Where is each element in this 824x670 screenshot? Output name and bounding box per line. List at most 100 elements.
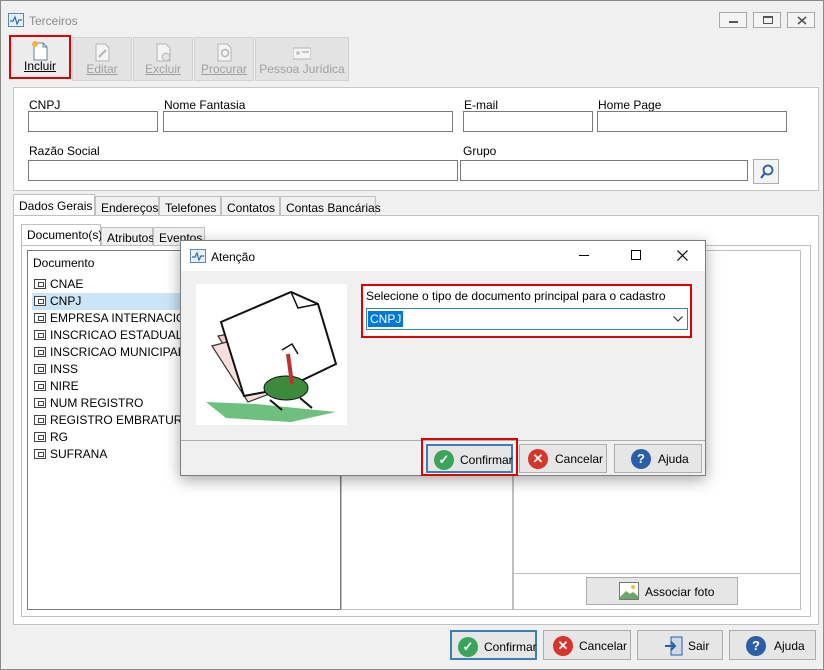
cancel-icon: ✕: [528, 449, 548, 469]
toolbar: Incluir Editar Excluir Procurar Pessoa J…: [6, 35, 818, 83]
exit-door-icon: [665, 636, 683, 656]
delete-document-icon: [156, 43, 171, 62]
check-icon: ✓: [434, 450, 454, 470]
documents-header: Documento: [33, 256, 95, 270]
list-item-label: INSCRICAO MUNICIPAL: [50, 345, 185, 359]
footer-cancelar-label: Cancelar: [579, 639, 628, 653]
razao-social-field[interactable]: [28, 160, 458, 181]
footer-ajuda-button[interactable]: ? Ajuda: [729, 630, 816, 660]
dialog-title-bar: Atenção: [181, 241, 705, 271]
homepage-field[interactable]: [597, 111, 787, 132]
editar-button[interactable]: Editar: [72, 37, 132, 81]
chevron-down-icon: [673, 316, 683, 322]
edit-document-icon: [95, 43, 110, 62]
document-type-icon: [34, 330, 46, 340]
footer-sair-label: Sair: [688, 639, 710, 653]
pessoa-juridica-button[interactable]: Pessoa Jurídica: [255, 37, 349, 81]
editar-label: Editar: [86, 62, 118, 76]
incluir-button[interactable]: Incluir: [9, 35, 71, 79]
footer-cancelar-button[interactable]: ✕ Cancelar: [543, 630, 631, 660]
cancel-icon: ✕: [553, 636, 573, 656]
footer-sair-button[interactable]: Sair: [637, 630, 723, 660]
atencao-dialog: Atenção Selecione o tipo de documento pr…: [180, 240, 706, 476]
dialog-confirmar-button[interactable]: ✓ Confirmar: [426, 444, 513, 473]
document-type-icon: [34, 432, 46, 442]
help-icon: ?: [746, 636, 766, 656]
subtab-documentos[interactable]: Documento(s): [21, 224, 102, 246]
list-item-label: CNAE: [50, 277, 84, 291]
document-type-icon: [34, 398, 46, 408]
dialog-cancelar-label: Cancelar: [555, 452, 604, 466]
minimize-button[interactable]: [719, 12, 747, 28]
dialog-cancelar-button[interactable]: ✕ Cancelar: [519, 444, 607, 473]
list-item-label: SUFRANA: [50, 447, 108, 461]
document-type-icon: [34, 449, 46, 459]
procurar-label: Procurar: [200, 62, 247, 76]
dialog-minimize-icon[interactable]: [579, 255, 589, 256]
email-label: E-mail: [464, 98, 499, 112]
razao-social-label: Razão Social: [29, 144, 100, 158]
title-bar: Terceiros: [1, 1, 823, 33]
photo-icon: [619, 582, 639, 600]
procurar-button[interactable]: Procurar: [194, 37, 254, 81]
search-document-icon: [217, 43, 232, 62]
grupo-label: Grupo: [463, 144, 497, 158]
tab-enderecos[interactable]: Endereços: [95, 196, 159, 217]
tab-contatos[interactable]: Contatos: [221, 196, 280, 217]
dialog-maximize-icon[interactable]: [631, 250, 641, 260]
cnpj-label: CNPJ: [29, 98, 61, 112]
list-item-label: CNPJ: [50, 294, 82, 308]
grupo-search-button[interactable]: [753, 159, 779, 184]
tab-contas-bancarias[interactable]: Contas Bancárias: [280, 196, 381, 217]
window-title: Terceiros: [29, 14, 78, 28]
restore-button[interactable]: [753, 12, 781, 28]
list-item-label: NUM REGISTRO: [50, 396, 144, 410]
selected-value: CNPJ: [368, 311, 404, 327]
minimize-icon: [729, 21, 738, 23]
subtab-atributos[interactable]: Atributos: [101, 227, 154, 247]
list-item-label: INSCRICAO ESTADUAL: [50, 328, 183, 342]
list-item-label: NIRE: [50, 379, 79, 393]
excluir-button[interactable]: Excluir: [133, 37, 193, 81]
footer-confirmar-label: Confirmar: [484, 640, 537, 654]
document-type-icon: [34, 279, 46, 289]
dialog-title: Atenção: [211, 250, 256, 264]
new-document-icon: [32, 41, 48, 61]
nome-fantasia-field[interactable]: [163, 111, 453, 132]
divider: [513, 573, 801, 574]
id-card-icon: [293, 47, 311, 60]
incluir-label: Incluir: [23, 59, 56, 73]
email-field[interactable]: [463, 111, 593, 132]
document-type-icon: [34, 415, 46, 425]
restore-icon: [763, 16, 773, 24]
document-type-select[interactable]: CNPJ: [366, 308, 688, 330]
footer-confirmar-button[interactable]: ✓ Confirmar: [450, 630, 537, 660]
check-icon: ✓: [458, 637, 478, 657]
dialog-close-icon[interactable]: [677, 250, 688, 261]
list-item-label: RG: [50, 430, 68, 444]
cnpj-field[interactable]: [28, 111, 158, 132]
associar-foto-label: Associar foto: [645, 585, 715, 599]
dialog-ajuda-button[interactable]: ? Ajuda: [614, 444, 702, 473]
dialog-prompt: Selecione o tipo de documento principal …: [366, 289, 666, 303]
search-icon: [760, 164, 774, 179]
close-button[interactable]: [787, 12, 815, 28]
attention-illustration: [196, 284, 347, 425]
document-type-icon: [34, 381, 46, 391]
document-type-icon: [34, 296, 46, 306]
homepage-label: Home Page: [598, 98, 662, 112]
tab-dados-gerais[interactable]: Dados Gerais: [13, 194, 95, 217]
footer-ajuda-label: Ajuda: [774, 639, 805, 653]
app-icon: [190, 249, 206, 263]
associar-foto-button[interactable]: Associar foto: [586, 577, 738, 605]
close-icon: [797, 16, 807, 25]
tab-telefones[interactable]: Telefones: [159, 196, 221, 217]
excluir-label: Excluir: [144, 62, 181, 76]
app-icon: [8, 13, 24, 27]
grupo-field[interactable]: [460, 160, 748, 181]
document-type-icon: [34, 313, 46, 323]
dialog-ajuda-label: Ajuda: [658, 452, 689, 466]
list-item-label: REGISTRO EMBRATUR: [50, 413, 183, 427]
document-type-icon: [34, 364, 46, 374]
pessoa-juridica-label: Pessoa Jurídica: [259, 62, 345, 76]
